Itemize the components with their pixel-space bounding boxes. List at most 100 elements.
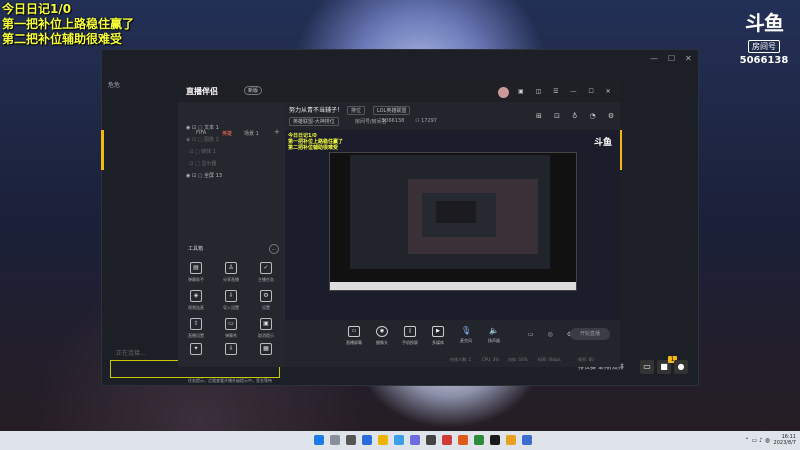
status-memory: 内存: 16% [508, 357, 528, 362]
source-item[interactable]: ⊡ ▢ 显示器 [186, 160, 216, 167]
tool-task[interactable]: ✓ 主播任务 [250, 262, 282, 283]
tool-cancel-tip[interactable]: ▣ 取消提示 [250, 318, 282, 339]
source-label: 媒体 1 [201, 149, 217, 155]
store-icon[interactable] [394, 435, 404, 445]
tool-label: 直播设置 [188, 333, 204, 338]
app-header: 直播伴侣 新版 ▣ ◫ ☰ — ☐ ✕ [178, 80, 620, 102]
app-icon[interactable] [426, 435, 436, 445]
search-icon[interactable] [330, 435, 340, 445]
tab-hero[interactable]: 英雄 [222, 130, 232, 137]
status-fps: 帧率: 60 [578, 357, 594, 362]
play-icon: ▶ [432, 326, 444, 337]
accent-bar-left [101, 130, 104, 170]
tool-share[interactable]: ♙ 分享直播 [215, 262, 247, 283]
task-tip: 任务提示，点我查看开播升级提示中，签名等待 [188, 378, 272, 383]
tool-danmaku-show[interactable]: ▭ 弹幕秀 [215, 318, 247, 339]
app-icon[interactable] [522, 435, 532, 445]
window-controls[interactable]: ▣ ◫ ☰ — ☐ ✕ [518, 88, 616, 95]
tool-label: 视频连麦 [188, 305, 204, 310]
game-pill[interactable]: LOL英雄联盟 [373, 106, 411, 115]
preview-line: 第二把补位辅助很难受 [288, 145, 339, 151]
source-item[interactable]: ◉ ⊡ ▢ 图像 2 [186, 136, 219, 143]
share-icon: ♙ [225, 262, 237, 274]
download-icon: ⇩ [225, 343, 237, 355]
viewers-count: ⚇ 17297 [415, 118, 437, 124]
app-brand: 直播伴侣 [186, 87, 218, 96]
control-label: 扬声器 [488, 338, 500, 343]
close-icon[interactable]: ✕ [685, 54, 692, 63]
chat-icon[interactable]: ▭ [640, 360, 654, 374]
upload-icon: ⇧ [190, 318, 202, 330]
tab-scene-1[interactable]: 场景 1 [244, 130, 259, 137]
room-id: 5066138 [739, 55, 789, 66]
start-stream-button[interactable]: 开始直播 [570, 328, 610, 340]
video-link-icon: ◈ [190, 290, 202, 302]
nested-app [350, 155, 550, 269]
monitor-icon: ▭ [348, 326, 360, 337]
source-item[interactable]: ⊡ ▢ 媒体 1 [186, 148, 216, 155]
header-action-icons[interactable]: ⊞ ⊡ ♁ ◔ ⚙ [536, 112, 619, 120]
tool-local-download[interactable]: ⇩ [215, 343, 247, 355]
source-item[interactable]: ◉ ⊡ ▢ 全屏 13 [186, 172, 222, 179]
system-tray-icons[interactable]: ⌃ ▭ ♪ ◍ [745, 437, 770, 444]
minimize-icon[interactable]: — [650, 54, 658, 63]
stream-title[interactable]: 努力从青不当辅子！ [289, 105, 343, 114]
source-label: 图像 2 [204, 137, 219, 143]
window-title: 危危 [108, 82, 121, 89]
tool-video-link[interactable]: ◈ 视频连麦 [180, 290, 212, 311]
start-icon[interactable] [314, 435, 324, 445]
stream-preview: 今日日记1/0 第一把补位上路稳住赢了 第二把补位辅助很难受 斗鱼 [285, 130, 620, 320]
source-label: 文本 1 [204, 125, 219, 131]
mic-icon[interactable]: ● [674, 360, 688, 374]
nested-screen [408, 179, 538, 254]
tool-label: 取消提示 [258, 333, 274, 338]
add-scene-icon[interactable]: + [274, 128, 280, 136]
speaker-icon: 🔈 [489, 326, 499, 335]
system-clock[interactable]: 16:11 2023/8/7 [774, 434, 796, 446]
tool-label: 设置 [262, 305, 270, 310]
logo-mark: 斗鱼 [745, 11, 784, 35]
tool-import[interactable]: ⇩ 导入设置 [215, 290, 247, 311]
app-icon[interactable] [490, 435, 500, 445]
more-icon[interactable]: … [269, 244, 279, 254]
douyu-logo: 斗鱼 房间号 5066138 [738, 12, 790, 66]
grid-icon: ▦ [260, 343, 272, 355]
tool-gift-effect[interactable]: ✦ [180, 343, 212, 355]
windows-taskbar: ⌃ ▭ ♪ ◍ 16:11 2023/8/7 [0, 431, 800, 450]
app-icon[interactable] [410, 435, 420, 445]
tool-live-settings[interactable]: ⇧ 直播设置 [180, 318, 212, 339]
tool-more[interactable]: ▦ [250, 343, 282, 355]
danmaku-icon: ▤ [190, 262, 202, 274]
gift-icon: ✦ [190, 343, 202, 355]
nested-screen-3 [436, 201, 476, 223]
tool-label: 弹幕秀 [225, 333, 237, 338]
nested-screen-2 [422, 193, 496, 237]
category-pill[interactable]: 排位 [347, 106, 366, 115]
tool-label: 导入设置 [223, 305, 239, 310]
version-badge[interactable]: 新版 [244, 86, 263, 95]
explorer-icon[interactable] [378, 435, 388, 445]
sub-category-pill[interactable]: 英雄联盟-大神排位 [289, 117, 339, 126]
app-icon[interactable] [458, 435, 468, 445]
overlay-diary-line-2: 第二把补位辅助很难受 [2, 32, 123, 46]
maximize-icon[interactable]: ☐ [668, 54, 675, 63]
app-icon[interactable] [474, 435, 484, 445]
app-icon[interactable] [442, 435, 452, 445]
avatar[interactable] [498, 87, 509, 98]
left-panel: FIFA 英雄 场景 1 + ◉ ⊡ ▢ 文本 1 ◉ ⊡ ▢ 图像 2 ⊡ ▢… [178, 102, 285, 383]
task-icon: ✓ [260, 262, 272, 274]
app-icon[interactable] [506, 435, 516, 445]
room-number-tag: 房间号 [748, 40, 780, 53]
preview-logo: 斗鱼 [593, 138, 612, 148]
source-item[interactable]: ◉ ⊡ ▢ 文本 1 [186, 124, 219, 131]
tool-danmaku[interactable]: ▤ 弹幕助手 [180, 262, 212, 283]
tool-label: 主播任务 [258, 277, 274, 282]
tool-settings[interactable]: ⚙ 设置 [250, 290, 282, 311]
download-icon: ⇩ [225, 290, 237, 302]
edge-icon[interactable] [362, 435, 372, 445]
task-view-icon[interactable] [346, 435, 356, 445]
window-icon: ▣ [260, 318, 272, 330]
speaker-button[interactable]: 🔈 扬声器 [478, 326, 510, 344]
screen-icon: ▭ [225, 318, 237, 330]
status-online: 在线人数: 1 [450, 357, 472, 362]
